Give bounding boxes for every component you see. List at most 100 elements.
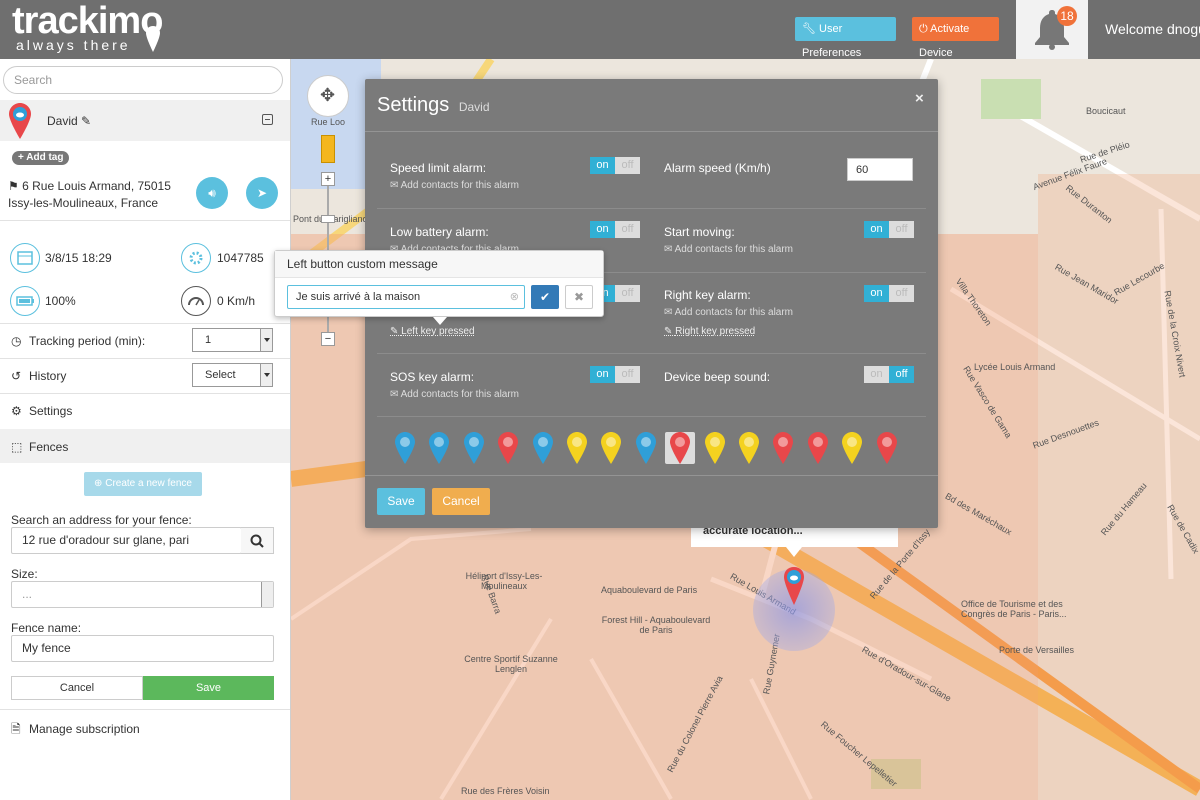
modal-title: Settings David <box>377 94 490 117</box>
size-select[interactable]: ... <box>11 581 274 608</box>
fence-cancel-button[interactable]: Cancel <box>11 676 143 700</box>
eye-pin-icon[interactable] <box>739 432 759 464</box>
zoom-in-button[interactable]: + <box>321 172 335 186</box>
welcome-text[interactable]: Welcome dnogu <box>1105 21 1200 37</box>
settings-menu-item[interactable]: ⚙ Settings <box>11 404 72 418</box>
chevron-down-icon <box>260 329 272 351</box>
target-pin-icon[interactable] <box>704 432 725 464</box>
alarm-speed-input[interactable]: 60 <box>847 158 913 181</box>
confirm-button[interactable]: ✔ <box>531 285 559 309</box>
beep-sound-toggle[interactable]: on off <box>864 366 914 383</box>
toggle-on: on <box>590 157 615 174</box>
fence-name-input[interactable]: My fence <box>11 635 274 662</box>
zoom-out-button[interactable]: − <box>321 332 335 346</box>
key-pin-icon[interactable] <box>842 432 863 464</box>
edit-icon[interactable]: ✎ <box>81 114 91 128</box>
custom-message-input[interactable]: Je suis arrivé à la maison ⊗ <box>287 285 525 309</box>
toggle-on: on <box>864 285 889 302</box>
toggle-on: on <box>864 221 889 238</box>
right-key-toggle[interactable]: on off <box>864 285 914 302</box>
dismiss-button[interactable]: ✖ <box>565 285 593 309</box>
bulb-pin-icon[interactable] <box>876 432 897 464</box>
street-view-pegman-icon[interactable] <box>321 135 335 163</box>
divider <box>0 709 290 710</box>
modal-cancel-button[interactable]: Cancel <box>432 488 490 515</box>
device-row[interactable]: David ✎ <box>0 100 290 141</box>
toggle-off: off <box>615 221 640 238</box>
edit-icon: ✎ <box>664 326 673 337</box>
clear-input-icon[interactable]: ⊗ <box>510 286 519 308</box>
map-label: Lycée Louis Armand <box>974 362 1056 372</box>
logo[interactable]: trackimo always there <box>12 0 163 52</box>
history-icon: ↺ <box>11 369 22 383</box>
add-contacts-link[interactable]: ✉ Add contacts for this alarm <box>664 244 793 255</box>
manage-subscription-link[interactable]: 🗎︎ Manage subscription <box>11 720 140 741</box>
cloud-pin-icon[interactable] <box>665 432 696 464</box>
settings-label: Settings <box>29 404 73 418</box>
globe-pin-icon[interactable] <box>395 432 415 464</box>
map-pan-control[interactable]: ✥ <box>307 75 349 117</box>
map-label: Porte de Versailles <box>999 645 1075 655</box>
low-battery-toggle[interactable]: on off <box>590 221 640 238</box>
toggle-off: off <box>615 285 640 302</box>
leaf-pin-icon[interactable] <box>463 432 484 464</box>
icon-picker <box>395 432 915 464</box>
fence-search-button[interactable] <box>241 527 274 554</box>
fence-save-button[interactable]: Save <box>143 676 274 700</box>
beep-sound-label: Device beep sound: <box>664 370 771 384</box>
history-select[interactable]: Select <box>192 363 273 387</box>
fence-address-input[interactable]: 12 rue d'oradour sur glane, pari <box>11 527 242 554</box>
heart-pin-icon[interactable] <box>773 432 794 464</box>
paw-pin-icon[interactable] <box>429 432 450 464</box>
chat-pin-icon[interactable] <box>601 432 622 464</box>
device-name-text: David <box>47 114 78 128</box>
add-contacts-link[interactable]: ✉ Add contacts for this alarm <box>664 307 793 318</box>
chevron-down-icon <box>260 364 272 386</box>
speaker-icon: 🔊︎ <box>208 186 216 200</box>
history-value: Select <box>205 369 236 381</box>
device-map-pin-icon[interactable] <box>784 567 804 605</box>
star-pin-icon[interactable] <box>498 432 519 464</box>
divider <box>0 358 290 359</box>
device-name[interactable]: David ✎ <box>47 114 91 128</box>
collapse-icon[interactable] <box>262 114 273 125</box>
plus-circle-icon: ⊕ <box>94 478 103 489</box>
add-contacts-text: Add contacts for this alarm <box>674 244 794 255</box>
create-fence-button[interactable]: ⊕ Create a new fence <box>84 472 202 496</box>
modal-subtitle: David <box>458 100 490 114</box>
divider <box>365 131 938 132</box>
map-label: Centre Sportif Suzanne Lenglen <box>464 654 558 674</box>
map-label: Rue Loo <box>311 117 346 127</box>
sos-key-toggle[interactable]: on off <box>590 366 640 383</box>
add-tag-button[interactable]: + Add tag <box>12 151 70 165</box>
speedometer-icon <box>181 286 211 316</box>
gears-icon: ⚙ <box>11 404 22 418</box>
locate-button[interactable]: ➤ <box>246 177 278 209</box>
tracking-period-select[interactable]: 1 <box>192 328 273 352</box>
right-key-label: Right key alarm: <box>664 288 751 302</box>
search-input[interactable]: Search <box>3 66 283 94</box>
modal-save-button[interactable]: Save <box>377 488 425 515</box>
fences-menu-item[interactable]: ⬚ Fences <box>0 429 290 463</box>
zoom-slider-handle[interactable] <box>321 215 335 223</box>
fence-search-label: Search an address for your fence: <box>11 513 192 527</box>
envelope-icon: ✉ <box>390 389 399 400</box>
toggle-off: off <box>889 366 914 383</box>
close-icon[interactable]: × <box>915 90 924 107</box>
start-moving-toggle[interactable]: on off <box>864 221 914 238</box>
add-contacts-link[interactable]: ✉ Add contacts for this alarm <box>390 180 519 191</box>
add-contacts-link[interactable]: ✉ Add contacts for this alarm <box>390 389 519 400</box>
notifications-button[interactable]: 18 <box>1016 0 1088 59</box>
sound-button[interactable]: 🔊︎ <box>196 177 228 209</box>
activate-device-button[interactable]: ⏻ Activate Device <box>912 17 999 59</box>
power-icon: ⏻ <box>919 23 928 35</box>
right-key-message-link[interactable]: ✎ Right key pressed <box>664 326 755 337</box>
mustache-pin-icon[interactable] <box>807 432 828 464</box>
flower-pin-icon[interactable] <box>532 432 553 464</box>
walker-pin-icon[interactable] <box>567 432 587 464</box>
popover-title: Left button custom message <box>275 251 603 278</box>
speed-limit-toggle[interactable]: on off <box>590 157 640 174</box>
car-pin-icon[interactable] <box>635 432 656 464</box>
user-preferences-button[interactable]: 🔧︎ User Preferences <box>795 17 896 59</box>
logo-word: trackimo <box>12 0 163 42</box>
